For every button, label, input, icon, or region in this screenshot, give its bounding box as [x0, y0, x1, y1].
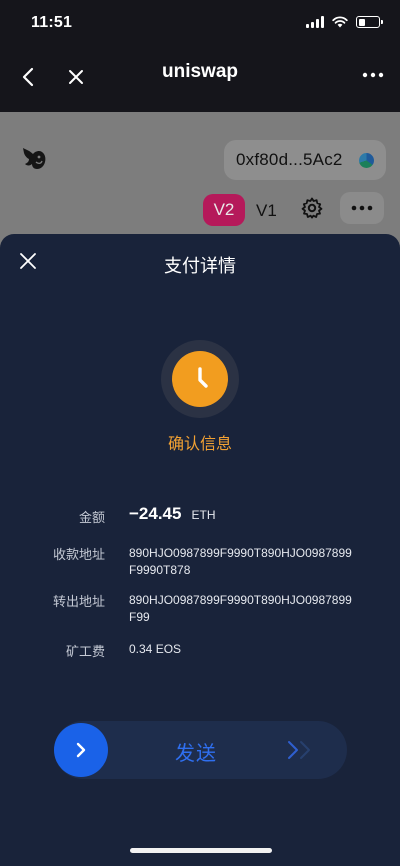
more-icon — [351, 205, 373, 211]
home-indicator — [130, 848, 272, 853]
sending-address-value: 890HJO0987899F9990T890HJO0987899F99 — [129, 593, 352, 624]
receiving-address-label: 收款地址 — [52, 547, 105, 562]
wallet-address: 0xf80d...5Ac2 — [236, 150, 343, 169]
send-label: 发送 — [175, 743, 217, 765]
unicorn-logo-icon — [23, 148, 46, 169]
sending-address-label: 转出地址 — [52, 594, 105, 609]
wallet-avatar — [359, 153, 374, 168]
miner-fee-value: 0.34 EOS — [129, 642, 182, 656]
chevron-right-icon — [76, 742, 86, 758]
wifi-icon — [332, 16, 348, 28]
version-v1-toggle[interactable]: V1 — [256, 201, 277, 221]
app-background: 0xf80d...5Ac2 V2 V1 — [0, 112, 400, 252]
miner-fee-label: 矿工费 — [65, 644, 105, 659]
slide-to-send-handle[interactable] — [54, 723, 108, 777]
status-icons — [306, 16, 383, 28]
amount-number: −24.45 — [129, 504, 182, 523]
status-label: 确认信息 — [167, 436, 232, 453]
version-v2-toggle[interactable]: V2 — [203, 194, 245, 226]
amount-label: 金额 — [78, 510, 105, 525]
sheet-title: 支付详情 — [164, 256, 236, 276]
status-bar: 11:51 — [0, 0, 400, 46]
clock-icon — [198, 367, 208, 388]
signal-icon — [306, 16, 324, 28]
status-time: 11:51 — [31, 14, 73, 31]
pending-status-indicator — [161, 340, 239, 418]
battery-icon — [356, 16, 383, 28]
more-icon[interactable] — [360, 64, 386, 86]
page-title: uniswap — [161, 61, 238, 82]
amount-unit: ETH — [191, 508, 216, 522]
double-chevron-icon — [288, 741, 310, 759]
receiving-address-value: 890HJO0987899F9990T890HJO0987899F9990T87… — [129, 546, 352, 577]
app-more-button[interactable] — [340, 192, 384, 224]
amount-value: −24.45 ETH — [129, 504, 215, 524]
gear-icon[interactable] — [300, 196, 324, 220]
payment-details-sheet: 支付详情 确认信息 金额 −24.45 ETH 收款地址 890HJO09878… — [0, 234, 400, 866]
nav-bar: uniswap — [0, 46, 400, 112]
wallet-address-button[interactable]: 0xf80d...5Ac2 — [224, 140, 386, 180]
